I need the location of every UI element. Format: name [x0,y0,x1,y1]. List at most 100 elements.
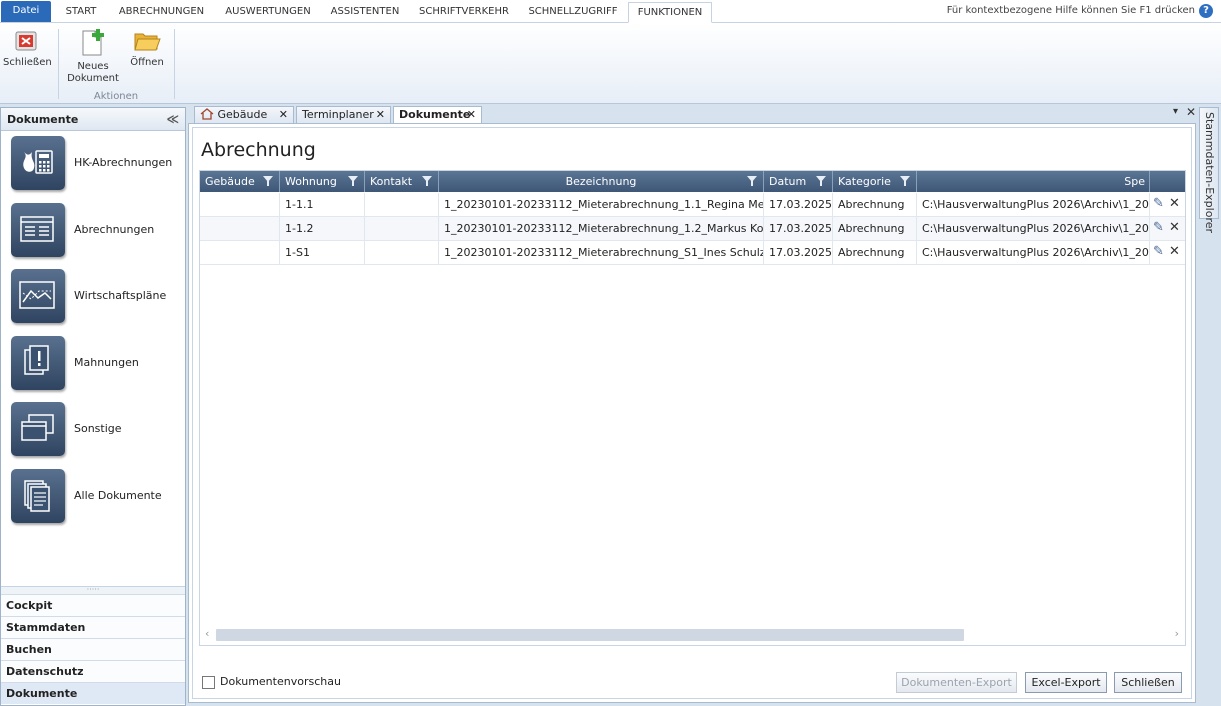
column-title: Gebäude [205,175,255,188]
menu-tab-schriftverkehr[interactable]: SCHRIFTVERKEHR [412,2,516,23]
delete-icon[interactable]: ✕ [1169,245,1180,259]
edit-icon[interactable]: ✎ [1153,197,1164,211]
tab-label: Dokumente [399,108,471,121]
close-icon[interactable]: ✕ [467,107,476,123]
menu-tab-assistenten[interactable]: ASSISTENTEN [323,2,407,23]
table-row[interactable]: 1-1.2 1_20230101-20233112_Mieterabrechnu… [200,217,1185,241]
category-label: Abrechnungen [74,223,155,236]
nav-item-datenschutz[interactable]: Datenschutz [1,660,185,682]
menu-tab-schnellzugriff[interactable]: SCHNELLZUGRIFF [521,2,625,23]
cell-datum: 17.03.2025 [764,217,833,241]
category-wirtschaftsplaene[interactable]: Wirtschaftspläne [11,269,181,323]
cell-gebaeude [200,217,280,241]
close-icon[interactable]: ✕ [376,107,385,123]
document-preview-checkbox[interactable] [202,676,215,689]
category-sonstige[interactable]: Sonstige [11,402,181,456]
cell-speicherort: C:\HausverwaltungPlus 2026\Archiv\1_2023… [917,217,1150,241]
collapse-icon[interactable]: ≪ [166,108,179,131]
column-header-bezeichnung[interactable]: Bezeichnung [439,171,764,192]
filter-icon[interactable] [900,176,910,186]
cell-bezeichnung: 1_20230101-20233112_Mieterabrechnung_1.1… [439,193,764,217]
column-header-gebaeude[interactable]: Gebäude [200,171,280,192]
column-header-kontakt[interactable]: Kontakt [365,171,439,192]
ribbon-separator [58,29,59,99]
ribbon: Schließen Neues Dokument Öffnen Aktionen [0,23,1221,104]
menu-tab-auswertungen[interactable]: AUSWERTUNGEN [218,2,318,23]
explorer-label: Stammdaten-Explorer [1203,112,1216,234]
column-title: Bezeichnung [565,175,637,188]
menu-tab-abrechnungen[interactable]: ABRECHNUNGEN [110,2,213,23]
scroll-right-icon[interactable]: › [1175,627,1179,640]
column-title: Datum [769,175,807,188]
new-document-icon [82,29,104,56]
category-label: Alle Dokumente [74,489,162,502]
close-icon[interactable]: ✕ [279,107,288,123]
open-button[interactable]: Öffnen [126,29,168,69]
cell-bezeichnung: 1_20230101-20233112_Mieterabrechnung_S1_… [439,241,764,265]
nav-item-cockpit[interactable]: Cockpit [1,594,185,616]
close-view-button[interactable]: Schließen [1114,672,1182,693]
panel-header: Dokumente ≪ [1,108,185,131]
category-hk-abrechnungen[interactable]: HK-Abrechnungen [11,136,181,190]
cell-kontakt [365,217,439,241]
column-header-kategorie[interactable]: Kategorie [833,171,917,192]
nav-item-buchen[interactable]: Buchen [1,638,185,660]
panel-title: Dokumente [7,113,79,126]
help-icon[interactable]: ? [1199,4,1213,18]
ribbon-separator [174,29,175,99]
column-title: Kategorie [838,175,891,188]
documents-panel: Dokumente ≪ HK-Abrechnungen Abrechnungen [0,107,186,706]
tab-gebaeude[interactable]: Gebäude ✕ [194,106,294,124]
edit-icon[interactable]: ✎ [1153,221,1164,235]
close-all-tabs-icon[interactable]: ✕ [1186,105,1196,119]
documents-view-inner: Abrechnung Gebäude Wohnung Kontakt Bezei… [192,127,1192,699]
document-stack-icon [11,469,65,523]
excel-export-button[interactable]: Excel-Export [1025,672,1107,693]
filter-icon[interactable] [422,176,432,186]
folder-open-icon [134,33,161,51]
cell-wohnung: 1-1.2 [280,217,365,241]
column-header-datum[interactable]: Datum [764,171,833,192]
filter-icon[interactable] [263,176,273,186]
cell-kategorie: Abrechnung [833,193,917,217]
column-header-speicherort[interactable]: Spe [917,171,1150,192]
category-abrechnungen[interactable]: Abrechnungen [11,203,181,257]
trend-chart-icon [11,269,65,323]
tab-terminplaner[interactable]: Terminplaner ✕ [296,106,391,124]
menu-tab-start[interactable]: START [56,2,106,23]
help-hint: Für kontextbezogene Hilfe können Sie F1 … [946,5,1195,16]
grid-header: Gebäude Wohnung Kontakt Bezeichnung Datu… [200,171,1185,192]
category-mahnungen[interactable]: Mahnungen [11,336,181,390]
cell-wohnung: 1-1.1 [280,193,365,217]
new-document-button[interactable]: Neues Dokument [66,29,120,85]
menu-tab-funktionen[interactable]: FUNKTIONEN [628,2,712,23]
cell-kategorie: Abrechnung [833,217,917,241]
menu-tab-datei[interactable]: Datei [1,1,51,22]
column-header-wohnung[interactable]: Wohnung [280,171,365,192]
table-row[interactable]: 1-S1 1_20230101-20233112_Mieterabrechnun… [200,241,1185,265]
scrollbar-thumb[interactable] [216,629,964,641]
scroll-left-icon[interactable]: ‹ [205,627,209,640]
nav-item-stammdaten[interactable]: Stammdaten [1,616,185,638]
filter-icon[interactable] [816,176,826,186]
filter-icon[interactable] [747,176,757,186]
table-row[interactable]: 1-1.1 1_20230101-20233112_Mieterabrechnu… [200,193,1185,217]
tab-list-chevron-icon[interactable]: ▾ [1173,106,1178,117]
edit-icon[interactable]: ✎ [1153,245,1164,259]
panel-splitter[interactable]: ····· [1,586,185,594]
nav-item-dokumente[interactable]: Dokumente [1,682,185,704]
column-title: Kontakt [370,175,413,188]
delete-icon[interactable]: ✕ [1169,221,1180,235]
filter-icon[interactable] [348,176,358,186]
category-alle-dokumente[interactable]: Alle Dokumente [11,469,181,523]
ledger-list-icon [11,203,65,257]
column-title: Spe [1124,175,1145,188]
cell-wohnung: 1-S1 [280,241,365,265]
delete-icon[interactable]: ✕ [1169,197,1180,211]
stammdaten-explorer-tab[interactable]: Stammdaten-Explorer [1199,107,1219,233]
close-button[interactable]: Schließen [3,29,52,69]
horizontal-scrollbar[interactable]: ‹ › [200,625,1185,645]
tab-label: Terminplaner [302,108,374,121]
close-button-label: Schließen [3,57,52,68]
document-export-button[interactable]: Dokumenten-Export [896,672,1017,693]
